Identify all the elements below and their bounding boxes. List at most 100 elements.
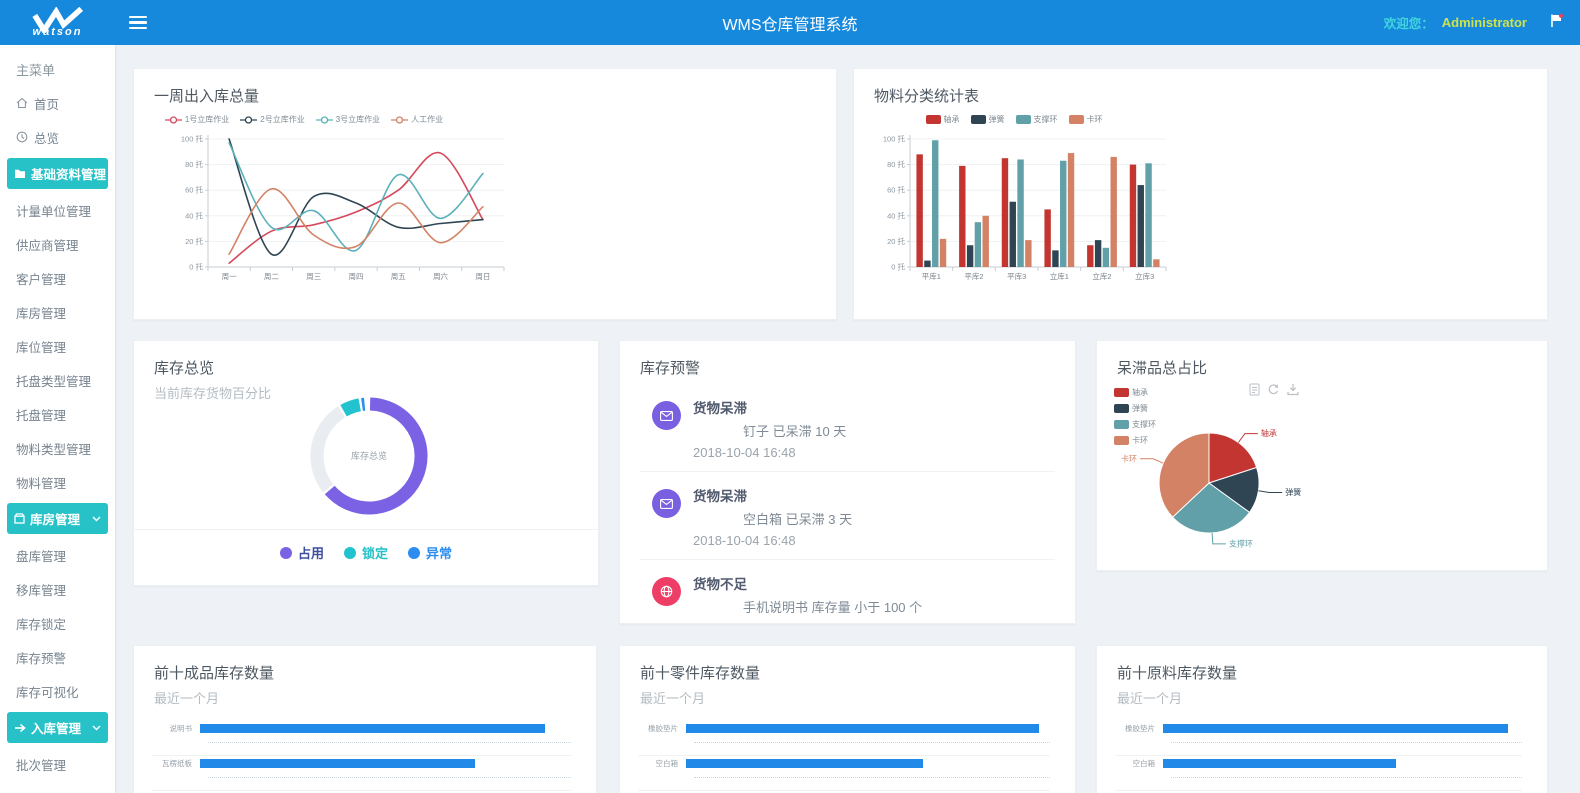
sidebar-item-label: 库存锁定	[16, 614, 66, 633]
sidebar-item-label: 托盘管理	[16, 405, 66, 424]
legend-label: 1号立库作业	[185, 114, 229, 125]
line-marker-icon	[391, 116, 408, 124]
card-title: 一周出入库总量	[134, 69, 836, 106]
legend-dot-icon	[408, 547, 420, 559]
sidebar-item-5[interactable]: 供应商管理	[0, 227, 115, 261]
svg-text:弹簧: 弹簧	[1285, 487, 1301, 497]
legend-item[interactable]: 占用	[280, 543, 324, 562]
sidebar-item-7[interactable]: 库房管理	[0, 295, 115, 329]
sidebar-item-9[interactable]: 托盘类型管理	[0, 363, 115, 397]
sidebar-nav: 主菜单首页总览基础资料管理计量单位管理供应商管理客户管理库房管理库位管理托盘类型…	[0, 45, 115, 793]
hbar-track	[686, 724, 1050, 733]
sidebar-item-21[interactable]: 货物入库	[0, 781, 115, 793]
sidebar-item-11[interactable]: 物料类型管理	[0, 431, 115, 465]
svg-text:0 托: 0 托	[891, 262, 905, 272]
sidebar-group-3[interactable]: 基础资料管理	[7, 158, 108, 189]
line-marker-icon	[240, 116, 257, 124]
legend-item[interactable]: 弹簧	[971, 114, 1005, 125]
legend-item[interactable]: 人工作业	[391, 114, 443, 125]
card-material-stats: 物料分类统计表 轴承弹簧支撑环卡环 0 托20 托40 托60 托80 托100…	[853, 68, 1548, 320]
sidebar-item-18[interactable]: 库存可视化	[0, 674, 115, 708]
hbar-chart: 橡胶垫片空白箱彩卡说明书	[1097, 707, 1547, 793]
svg-text:周一: 周一	[222, 272, 237, 281]
chevron-down-icon	[92, 516, 101, 522]
sidebar-item-4[interactable]: 计量单位管理	[0, 193, 115, 227]
app-logo[interactable]: watson	[0, 0, 115, 45]
bar-chart: 0 托20 托40 托60 托80 托100 托平库1平库2平库3立库1立库2立…	[866, 127, 1186, 304]
card-title: 前十成品库存数量	[134, 646, 596, 683]
legend-item[interactable]: 2号立库作业	[240, 114, 304, 125]
flag-icon[interactable]	[1549, 13, 1564, 33]
card-top10-parts: 前十零件库存数量 最近一个月 橡胶垫片空白箱彩卡说明书	[619, 645, 1076, 793]
sidebar-item-2[interactable]: 总览	[0, 120, 115, 154]
legend-item[interactable]: 异常	[408, 543, 452, 562]
sidebar-item-14[interactable]: 盘库管理	[0, 538, 115, 572]
hbar-track	[686, 759, 1050, 768]
legend-item[interactable]: 轴承	[926, 114, 960, 125]
svg-text:20 托: 20 托	[887, 236, 905, 246]
legend-label: 占用	[298, 543, 324, 562]
box-icon	[14, 513, 25, 524]
card-top10-raw: 前十原料库存数量 最近一个月 橡胶垫片空白箱彩卡说明书	[1096, 645, 1548, 793]
legend-label: 异常	[426, 543, 452, 562]
bar-chart-legend: 轴承弹簧 支撑环卡环	[854, 114, 1174, 125]
legend-item[interactable]: 3号立库作业	[316, 114, 380, 125]
svg-text:周四: 周四	[349, 272, 364, 281]
legend-label: 2号立库作业	[260, 114, 304, 125]
svg-text:60 托: 60 托	[185, 185, 203, 195]
sidebar-group-13[interactable]: 库房管理	[7, 503, 108, 534]
legend-item[interactable]: 支撑环	[1016, 114, 1058, 125]
sidebar-item-label: 总览	[34, 128, 59, 147]
sidebar-item-1[interactable]: 首页	[0, 86, 115, 120]
sidebar-item-10[interactable]: 托盘管理	[0, 397, 115, 431]
menu-toggle-icon[interactable]	[129, 16, 147, 30]
svg-text:平库2: 平库2	[964, 271, 983, 281]
legend-item[interactable]: 卡环	[1069, 114, 1103, 125]
alert-description: 钉子 已呆滞 10 天	[743, 421, 846, 440]
svg-text:平库1: 平库1	[922, 271, 941, 281]
alert-timestamp: 2018-10-04 16:48	[693, 533, 852, 548]
clock-icon	[16, 131, 28, 143]
sidebar-item-16[interactable]: 库存锁定	[0, 606, 115, 640]
sidebar-item-20[interactable]: 批次管理	[0, 747, 115, 781]
hbar-dotted-gridline	[208, 777, 571, 778]
chevron-down-icon	[92, 725, 101, 731]
line-chart: 0 托20 托40 托60 托80 托100 托周一周二周三周四周五周六周日	[162, 125, 522, 302]
sidebar-item-label: 盘库管理	[16, 546, 66, 565]
hbar-row: 说明书	[152, 721, 571, 735]
hbar-bar	[1163, 724, 1508, 733]
hbar-label: 橡胶垫片	[638, 723, 686, 734]
sidebar-item-15[interactable]: 移库管理	[0, 572, 115, 606]
brand-name: watson	[33, 26, 83, 38]
svg-text:100 托: 100 托	[883, 134, 906, 144]
hbar-track	[1163, 759, 1522, 768]
card-weekly-inout: 一周出入库总量 1号立库作业 2号立库作业 3号立库作业人工作业 0 托20 托40…	[133, 68, 837, 320]
hbar-label: 瓦楞纸板	[152, 758, 200, 769]
svg-text:立库1: 立库1	[1050, 271, 1069, 281]
sidebar-item-label: 货物入库	[16, 789, 66, 793]
sidebar-item-label: 计量单位管理	[16, 201, 91, 220]
alert-description: 空白箱 已呆滞 3 天	[743, 509, 852, 528]
sidebar-item-17[interactable]: 库存预警	[0, 640, 115, 674]
hbar-bar	[200, 759, 475, 768]
sidebar-group-19[interactable]: 入库管理	[7, 712, 108, 743]
donut-legend: 占用 锁定 异常	[134, 529, 598, 562]
legend-label: 锁定	[362, 543, 388, 562]
sidebar-item-6[interactable]: 客户管理	[0, 261, 115, 295]
legend-label: 支撑环	[1034, 114, 1058, 125]
alert-list: 货物呆滞钉子 已呆滞 10 天2018-10-04 16:48货物呆滞空白箱 已…	[620, 378, 1075, 624]
legend-item[interactable]: 锁定	[344, 543, 388, 562]
hbar-row: 瓦楞纸板	[152, 756, 571, 770]
svg-text:40 托: 40 托	[887, 210, 905, 220]
sidebar-item-8[interactable]: 库位管理	[0, 329, 115, 363]
card-subtitle: 最近一个月	[620, 683, 1075, 707]
hbar-row: 橡胶垫片	[638, 721, 1050, 735]
sidebar-item-12[interactable]: 物料管理	[0, 465, 115, 499]
globe-icon	[652, 577, 681, 606]
hbar-chart: 说明书瓦楞纸板橡胶垫片空白箱	[134, 707, 596, 793]
svg-text:支撑环: 支撑环	[1229, 538, 1253, 548]
username[interactable]: Administrator	[1442, 15, 1527, 30]
sidebar-group-label: 库房管理	[30, 509, 80, 528]
hbar-bar	[200, 724, 545, 733]
legend-item[interactable]: 1号立库作业	[165, 114, 229, 125]
